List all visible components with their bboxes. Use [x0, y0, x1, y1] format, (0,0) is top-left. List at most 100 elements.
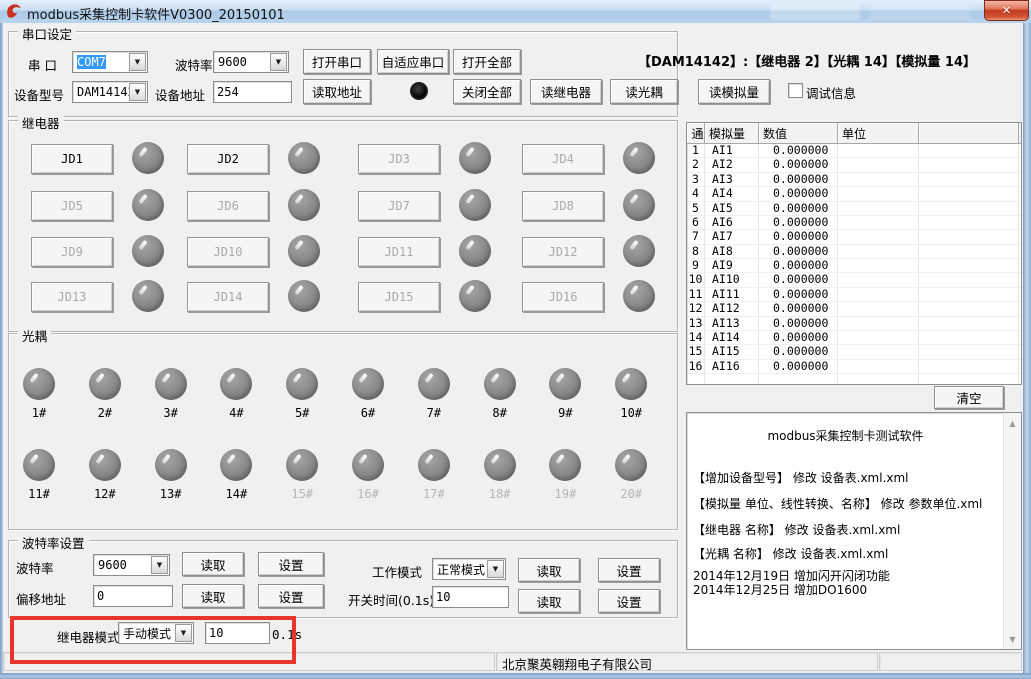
- window-border-right: [1023, 23, 1031, 673]
- chevron-down-icon[interactable]: ▼: [270, 53, 287, 71]
- table-row[interactable]: [687, 374, 1021, 385]
- column-header[interactable]: 通: [687, 123, 705, 143]
- work-mode-read-button[interactable]: 读取: [518, 558, 580, 582]
- table-cell: [919, 158, 1019, 171]
- table-row[interactable]: 15AI150.000000: [687, 345, 1021, 359]
- status-cell-left: [3, 652, 495, 671]
- table-row[interactable]: 12AI120.000000: [687, 302, 1021, 316]
- relay-button-jd3[interactable]: JD3: [358, 144, 440, 174]
- table-cell: 3: [687, 173, 705, 186]
- relay-button-jd10[interactable]: JD10: [187, 237, 269, 267]
- baud-read-button[interactable]: 读取: [182, 552, 244, 576]
- debug-info-label: 调试信息: [806, 83, 856, 102]
- relay-button-jd9[interactable]: JD9: [31, 237, 113, 267]
- table-cell: 13: [687, 317, 705, 330]
- relay-mode-time-input[interactable]: 10: [205, 622, 270, 644]
- table-row[interactable]: 2AI20.000000: [687, 158, 1021, 172]
- relay-button-jd13[interactable]: JD13: [31, 282, 113, 312]
- table-row[interactable]: 6AI60.000000: [687, 216, 1021, 230]
- chevron-down-icon[interactable]: ▼: [175, 624, 192, 642]
- table-cell: 9: [687, 259, 705, 272]
- table-row[interactable]: 9AI90.000000: [687, 259, 1021, 273]
- table-cell: 6: [687, 216, 705, 229]
- table-cell: [919, 173, 1019, 186]
- window-title: modbus采集控制卡软件V0300_20150101: [27, 4, 285, 23]
- read-analog-button[interactable]: 读模拟量: [698, 79, 770, 104]
- relay-mode-select[interactable]: 手动模式 ▼: [118, 622, 194, 644]
- table-cell: [838, 173, 919, 186]
- table-row[interactable]: 4AI40.000000: [687, 187, 1021, 201]
- table-row[interactable]: 7AI70.000000: [687, 230, 1021, 244]
- close-all-button[interactable]: 关闭全部: [453, 79, 521, 104]
- debug-info-checkbox[interactable]: [788, 83, 803, 98]
- opto-led-4: [220, 368, 252, 400]
- open-all-button[interactable]: 打开全部: [453, 49, 521, 74]
- port-select[interactable]: COM7 ▼: [72, 51, 148, 73]
- close-button[interactable]: ✕: [984, 0, 1029, 21]
- table-cell: 12: [687, 302, 705, 315]
- chevron-down-icon[interactable]: ▼: [129, 53, 146, 71]
- relay-button-jd12[interactable]: JD12: [522, 237, 604, 267]
- relay-button-jd1[interactable]: JD1: [31, 144, 113, 174]
- table-row[interactable]: 16AI160.000000: [687, 360, 1021, 374]
- scroll-up-icon[interactable]: ▲: [1004, 415, 1021, 431]
- relay-button-jd6[interactable]: JD6: [187, 191, 269, 221]
- chevron-down-icon[interactable]: ▼: [151, 556, 168, 574]
- table-row[interactable]: 14AI140.000000: [687, 331, 1021, 345]
- relay-button-jd16[interactable]: JD16: [522, 282, 604, 312]
- column-header[interactable]: 单位: [838, 123, 919, 143]
- table-row[interactable]: 11AI110.000000: [687, 288, 1021, 302]
- switch-time-read-button[interactable]: 读取: [518, 589, 580, 613]
- read-addr-button[interactable]: 读取地址: [303, 79, 371, 104]
- scroll-down-icon[interactable]: ▼: [1004, 631, 1021, 647]
- device-addr-input[interactable]: 254: [213, 81, 292, 103]
- table-row[interactable]: 8AI80.000000: [687, 245, 1021, 259]
- baud-select[interactable]: 9600 ▼: [213, 51, 289, 73]
- table-cell: 0.000000: [759, 259, 838, 272]
- clear-button[interactable]: 清空: [934, 386, 1004, 409]
- baud2-select[interactable]: 9600 ▼: [93, 554, 170, 576]
- table-cell: AI11: [705, 288, 759, 301]
- work-mode-select[interactable]: 正常模式 ▼: [432, 558, 506, 580]
- relay-button-jd7[interactable]: JD7: [358, 191, 440, 221]
- table-row[interactable]: 10AI100.000000: [687, 273, 1021, 287]
- title-bar[interactable]: modbus采集控制卡软件V0300_20150101 ✕: [0, 0, 1031, 24]
- window-border-bottom: [0, 673, 1031, 679]
- table-cell: AI12: [705, 302, 759, 315]
- offset-set-button[interactable]: 设置: [258, 584, 324, 608]
- device-model-select[interactable]: DAM14142 ▼: [72, 81, 148, 103]
- auto-port-button[interactable]: 自适应串口: [377, 49, 449, 74]
- column-header[interactable]: [919, 123, 1019, 143]
- table-row[interactable]: 3AI30.000000: [687, 173, 1021, 187]
- relay-button-jd2[interactable]: JD2: [187, 144, 269, 174]
- relay-button-jd8[interactable]: JD8: [522, 191, 604, 221]
- open-port-button[interactable]: 打开串口: [303, 49, 371, 74]
- column-header[interactable]: 数值: [759, 123, 838, 143]
- column-header[interactable]: 模拟量: [705, 123, 759, 143]
- relay-button-jd15[interactable]: JD15: [358, 282, 440, 312]
- opto-group: 光耦 1#2#3#4#5#6#7#8#9#10#11#12#13#14#15#1…: [8, 333, 678, 530]
- table-cell: [705, 374, 759, 385]
- read-relay-button[interactable]: 读继电器: [530, 79, 602, 104]
- work-mode-set-button[interactable]: 设置: [598, 558, 660, 582]
- offset-read-button[interactable]: 读取: [182, 584, 244, 608]
- table-row[interactable]: 1AI10.000000: [687, 144, 1021, 158]
- info-scrollbar[interactable]: ▲ ▼: [1003, 413, 1021, 649]
- table-row[interactable]: 13AI130.000000: [687, 317, 1021, 331]
- switch-time-input[interactable]: 10: [432, 586, 509, 608]
- relay-button-jd14[interactable]: JD14: [187, 282, 269, 312]
- read-opto-button[interactable]: 读光耦: [610, 79, 678, 104]
- chevron-down-icon[interactable]: ▼: [487, 560, 504, 578]
- relay-button-jd4[interactable]: JD4: [522, 144, 604, 174]
- baud-set-button[interactable]: 设置: [258, 552, 324, 576]
- table-cell: 0.000000: [759, 187, 838, 200]
- switch-time-set-button[interactable]: 设置: [598, 589, 660, 613]
- relay-button-jd5[interactable]: JD5: [31, 191, 113, 221]
- table-row[interactable]: 5AI50.000000: [687, 202, 1021, 216]
- opto-channel-label-19: 19#: [541, 487, 589, 501]
- table-cell: [838, 216, 919, 229]
- offset-addr-input[interactable]: 0: [93, 585, 173, 607]
- table-cell: 0.000000: [759, 216, 838, 229]
- relay-button-jd11[interactable]: JD11: [358, 237, 440, 267]
- chevron-down-icon[interactable]: ▼: [129, 83, 146, 101]
